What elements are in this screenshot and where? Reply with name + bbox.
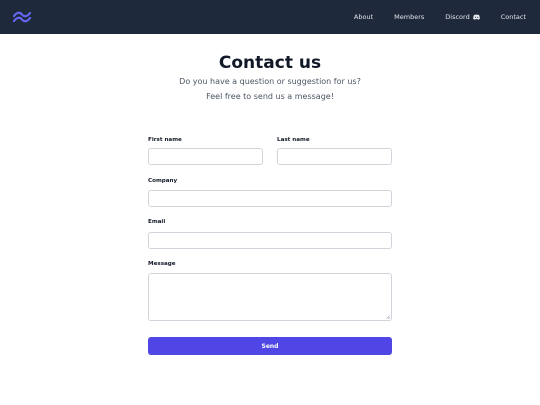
discord-icon [472, 14, 480, 20]
page-subtitle-line-1: Do you have a question or suggestion for… [179, 77, 361, 86]
top-navigation-bar: About Members Discord Contact [0, 0, 540, 34]
send-button[interactable]: Send [148, 337, 392, 355]
message-textarea[interactable] [148, 273, 392, 321]
message-label: Message [148, 261, 176, 267]
email-group: Email [148, 218, 392, 249]
message-group: Message [148, 260, 392, 321]
email-input[interactable] [148, 232, 392, 249]
first-name-input[interactable] [148, 148, 263, 165]
nav-about-link[interactable]: About [354, 13, 373, 21]
nav-discord-label: Discord [445, 13, 470, 21]
company-input[interactable] [148, 190, 392, 207]
last-name-label: Last name [277, 137, 310, 143]
nav-links: About Members Discord Contact [354, 0, 526, 34]
last-name-group: Last name [277, 136, 392, 165]
name-row: First name Last name [148, 136, 392, 165]
nav-discord-link[interactable]: Discord [445, 13, 480, 21]
hero-section: Contact us Do you have a question or sug… [0, 52, 540, 104]
email-label: Email [148, 219, 166, 225]
logo-icon[interactable] [12, 9, 32, 25]
resize-handle-icon[interactable] [386, 315, 390, 319]
company-label: Company [148, 178, 178, 184]
page-subtitle-line-2: Feel free to send us a message! [206, 92, 334, 101]
last-name-input[interactable] [277, 148, 392, 165]
nav-contact-link[interactable]: Contact [501, 13, 526, 21]
first-name-label: First name [148, 137, 182, 143]
nav-members-link[interactable]: Members [394, 13, 424, 21]
page-title: Contact us [218, 53, 322, 73]
first-name-group: First name [148, 136, 263, 165]
company-group: Company [148, 177, 392, 207]
